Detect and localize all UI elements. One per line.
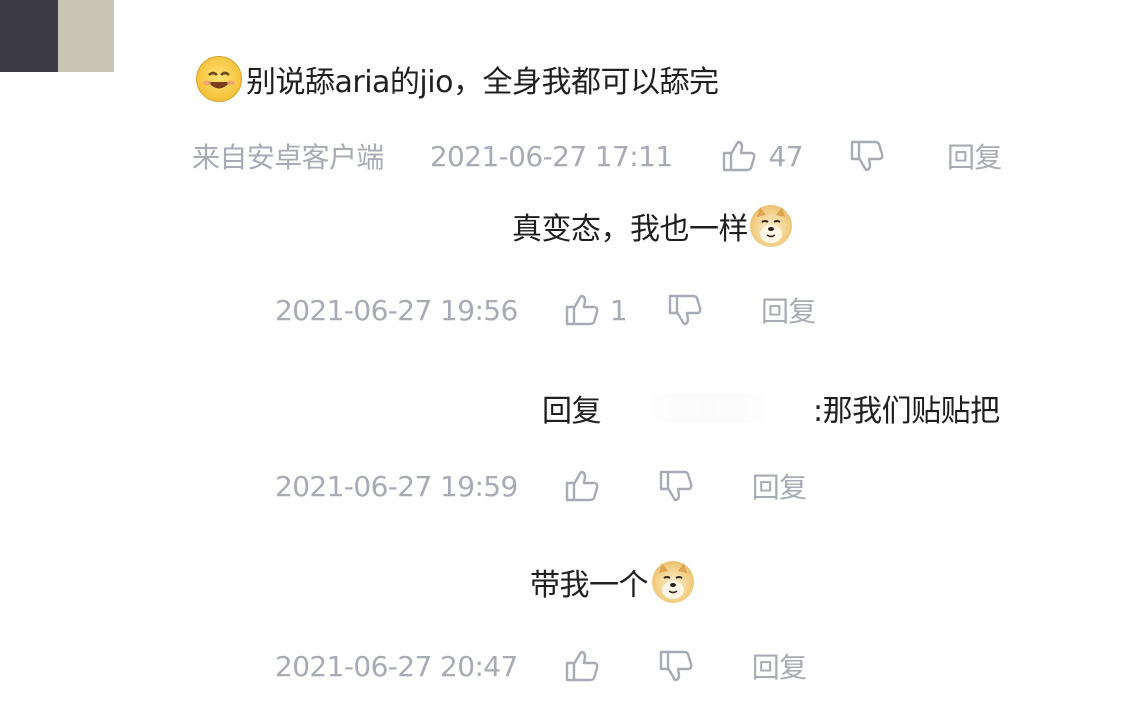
like-button[interactable]: 47 (721, 138, 804, 174)
timestamp: 2021-06-27 19:59 (275, 469, 518, 503)
thumbs-down-icon (667, 292, 703, 328)
image-fragment (0, 0, 58, 72)
reply-button[interactable]: 回复 (947, 136, 1002, 176)
smiling-face-emoji-icon (196, 56, 242, 102)
like-count: 1 (609, 293, 628, 327)
doge-emoji-icon (652, 561, 694, 603)
thumbs-down-icon (849, 138, 885, 174)
dislike-button[interactable] (849, 138, 885, 174)
like-button[interactable]: 1 (564, 292, 628, 328)
thumbs-down-icon (658, 468, 694, 504)
dislike-button[interactable] (658, 648, 694, 684)
reply-button[interactable]: 回复 (752, 466, 807, 506)
thumbs-down-icon (658, 648, 694, 684)
like-button[interactable] (564, 468, 600, 504)
timestamp: 2021-06-27 19:56 (275, 293, 518, 327)
thumbs-up-icon (564, 648, 600, 684)
thumbs-up-icon (564, 292, 600, 328)
comment-meta: 2021-06-27 19:59 回复 (275, 466, 807, 506)
comment-meta: 来自安卓客户端 2021-06-27 17:11 47 回复 (192, 136, 1002, 176)
thumbs-up-icon (721, 138, 757, 174)
comment-4: 带我一个 (530, 560, 694, 604)
comment-3: 回复 :那我们贴贴把 (542, 386, 1000, 430)
comment-text: 带我一个 (530, 568, 649, 603)
reply-button[interactable]: 回复 (752, 646, 807, 686)
comment-1: 别说舔aria的jio，全身我都可以舔完 (196, 56, 719, 102)
comment-text: 真变态，我也一样 (512, 212, 749, 247)
dislike-button[interactable] (667, 292, 703, 328)
timestamp: 2021-06-27 20:47 (275, 649, 518, 683)
comment-text: :那我们贴贴把 (813, 394, 1000, 429)
client-source: 来自安卓客户端 (192, 141, 384, 174)
reply-button[interactable]: 回复 (761, 290, 816, 330)
timestamp: 2021-06-27 17:11 (429, 139, 673, 173)
dislike-button[interactable] (658, 468, 694, 504)
comment-meta: 2021-06-27 20:47 回复 (275, 646, 807, 686)
image-fragment (58, 0, 114, 72)
redacted-username (613, 393, 803, 423)
doge-emoji-icon (750, 205, 792, 247)
reply-prefix: 回复 (542, 394, 602, 429)
like-count: 47 (768, 139, 804, 173)
comment-meta: 2021-06-27 19:56 1 回复 (275, 290, 816, 330)
thumbs-up-icon (564, 468, 600, 504)
like-button[interactable] (564, 648, 600, 684)
comment-text: 别说舔aria的jio，全身我都可以舔完 (246, 65, 719, 100)
comment-2: 真变态，我也一样 (512, 204, 792, 248)
